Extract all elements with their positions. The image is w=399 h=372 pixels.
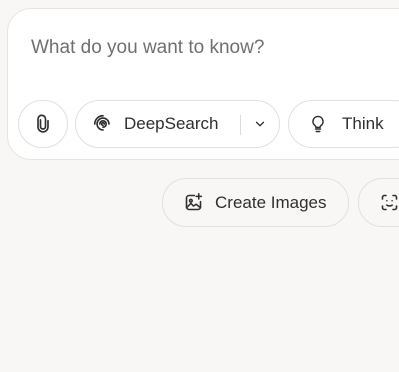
page: DeepSearch Think Cre [0, 0, 399, 372]
face-scan-button[interactable] [358, 178, 399, 227]
attach-button[interactable] [18, 100, 68, 148]
swirl-icon [92, 113, 114, 135]
deepsearch-button[interactable]: DeepSearch [75, 100, 280, 148]
create-images-button[interactable]: Create Images [162, 178, 349, 227]
think-button[interactable]: Think [288, 100, 399, 148]
face-scan-icon [378, 192, 399, 214]
lightbulb-icon [307, 113, 329, 135]
paperclip-icon [32, 113, 54, 135]
image-sparkle-icon [182, 192, 204, 214]
chevron-down-icon[interactable] [248, 112, 272, 136]
think-label: Think [342, 114, 384, 133]
create-images-label: Create Images [215, 192, 327, 212]
deepsearch-divider [240, 115, 241, 135]
prompt-input[interactable] [31, 35, 371, 61]
deepsearch-label: DeepSearch [124, 114, 219, 133]
